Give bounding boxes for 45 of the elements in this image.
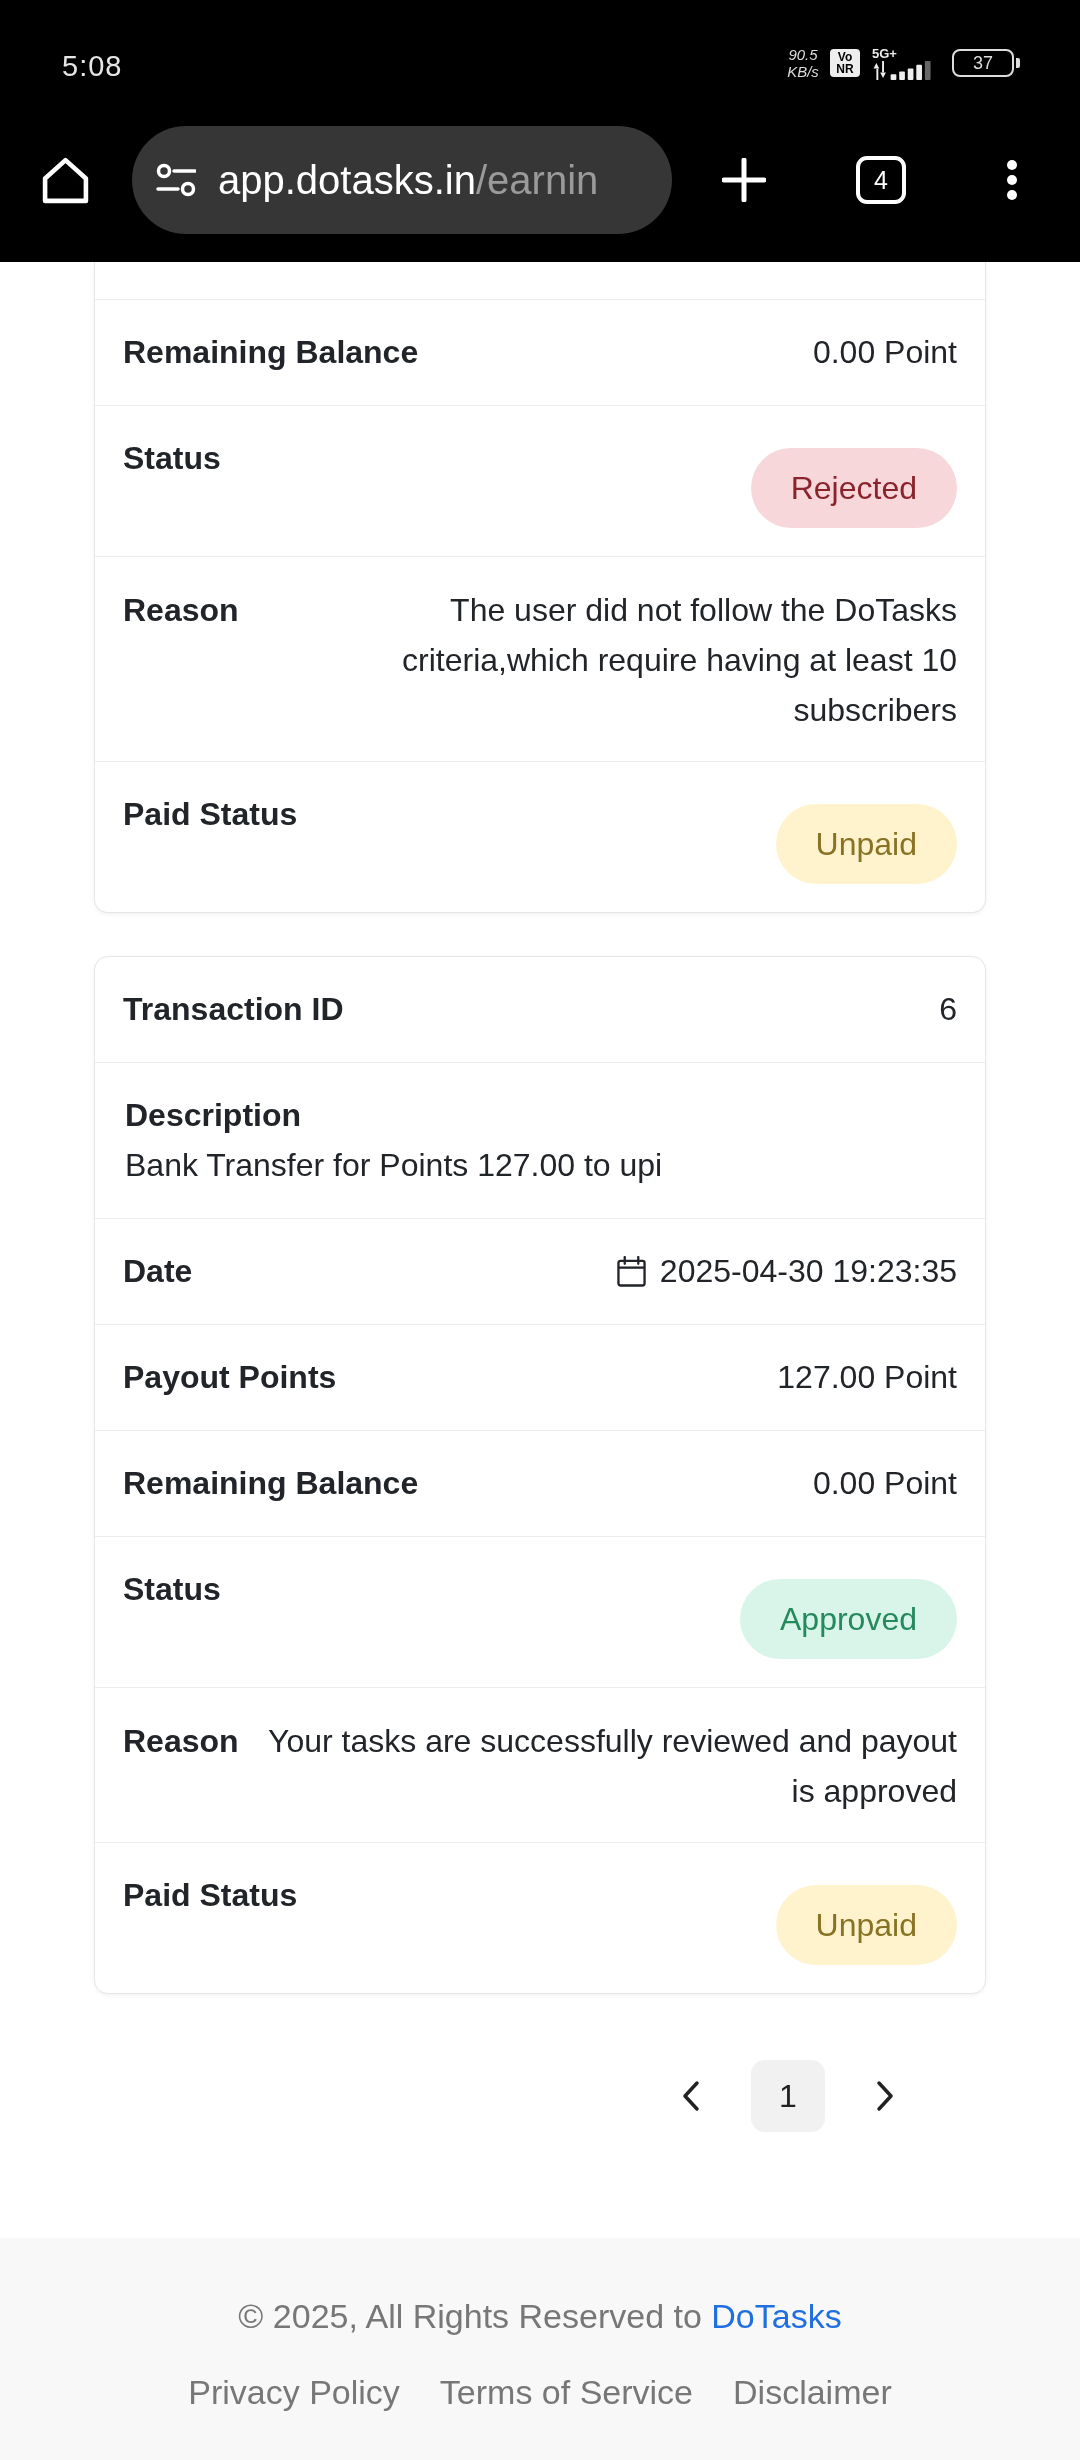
more-menu-icon[interactable] [1006,159,1018,201]
footer-link[interactable]: Disclaimer [733,2369,892,2415]
network-speed-text: 90.5 KB/s [786,46,820,80]
field-label: Paid Status [123,1876,298,1915]
reason-text: Your tasks are successfully reviewed and payout is approved [267,1722,957,1811]
field-label: Remaining Balance [123,333,419,372]
status-badge: Rejected [750,448,957,528]
field-label: Transaction ID [123,990,344,1029]
field-label: Paid Status [123,795,298,834]
network-badge: Vo NR [830,49,860,77]
plus-icon[interactable] [722,158,766,202]
status-badge: Unpaid [775,804,957,884]
reason-text: The user did not follow the DoTasks criteria,which require having at least 10 subscribers [401,591,957,730]
description-text: Bank Transfer for Points 127.00 to upi [125,1146,663,1185]
brand-link[interactable]: DoTasks [711,2297,842,2335]
signal-icon [872,60,934,80]
page-button[interactable]: 1 [751,2060,825,2132]
network-type-text: 5G+ [872,46,897,61]
home-icon[interactable] [41,155,90,205]
field-label: Date [123,1252,193,1291]
calendar-icon [616,1256,646,1287]
field-value: 0.00 Point [812,1464,957,1503]
chevron-right-icon[interactable] [875,2080,895,2112]
footer-link[interactable]: Privacy Policy [188,2369,400,2415]
field-label: Status [123,1570,221,1609]
field-label: Description [125,1096,302,1135]
clock-time: 5:08 [62,48,123,83]
field-label: Reason [123,591,239,630]
field-label: Payout Points [123,1358,337,1397]
battery-indicator: 37 [952,49,1020,77]
status-badge: Unpaid [775,1885,957,1965]
field-value: 127.00 Point [777,1358,957,1397]
address-field[interactable]: app.dotasks.in/earnin [132,126,672,234]
date-text: 2025-04-30 19:23:35 [659,1252,957,1291]
footer-link[interactable]: Terms of Service [439,2369,694,2415]
chevron-left-icon[interactable] [681,2080,701,2112]
status-badge: Approved [740,1579,957,1659]
field-label: Reason [123,1722,239,1761]
field-value: 6 [939,990,957,1029]
field-value: 0.00 Point [812,333,957,372]
field-label: Remaining Balance [123,1464,419,1503]
copyright-text: © 2025, All Rights Reserved to DoTasks [238,2296,842,2337]
sliders-icon[interactable] [156,163,196,197]
tab-count-button[interactable]: 4 [856,156,906,204]
field-label: Status [123,439,221,478]
